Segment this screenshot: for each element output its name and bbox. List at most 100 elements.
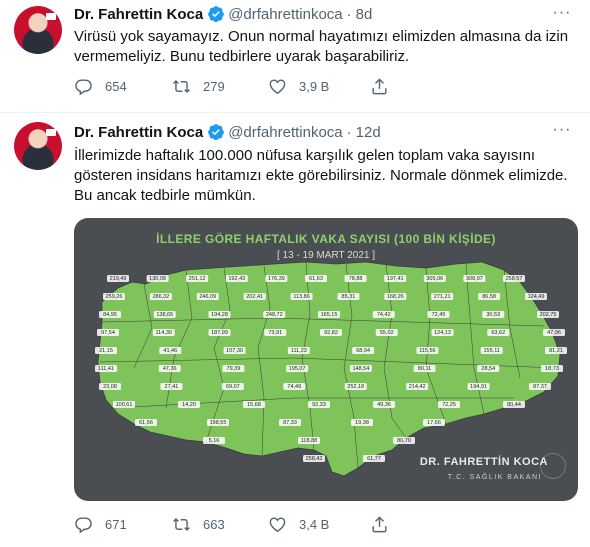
author-name[interactable]: Dr. Fahrettin Koca <box>74 6 203 23</box>
share-button[interactable] <box>370 77 400 96</box>
avatar[interactable] <box>14 6 62 54</box>
map-date-range: [ 13 - 19 MART 2021 ] <box>276 250 376 261</box>
province-value: 97,54 <box>101 330 115 336</box>
province-value: 15,68 <box>247 402 261 408</box>
province-value: 80,70 <box>397 438 411 444</box>
more-icon[interactable]: ··· <box>552 5 572 27</box>
verified-icon <box>208 6 225 23</box>
province-value: 14,20 <box>182 402 196 408</box>
author-handle[interactable]: @drfahrettinkoca <box>228 6 342 23</box>
retweet-count: 279 <box>203 79 225 94</box>
province-value: 107,30 <box>226 348 243 354</box>
province-value: 197,41 <box>387 276 404 282</box>
province-value: 192,43 <box>228 276 245 282</box>
province-value: 124,49 <box>528 294 545 300</box>
province-value: 80,44 <box>507 402 521 408</box>
map-signature: DR. FAHRETTİN KOCA <box>419 456 548 468</box>
tweet-header: Dr. Fahrettin Koca @drfahrettinkoca · 8d <box>74 5 372 23</box>
province-value: 23,08 <box>103 384 117 390</box>
province-value: 271,21 <box>434 294 451 300</box>
province-value: 69,07 <box>226 384 240 390</box>
reply-icon <box>75 517 92 534</box>
author-name[interactable]: Dr. Fahrettin Koca <box>74 124 203 141</box>
province-value: 118,88 <box>301 438 317 444</box>
province-value: 47,96 <box>547 330 561 336</box>
province-value: 148,54 <box>352 366 369 372</box>
province-value: 248,72 <box>266 312 283 318</box>
province-value: 308,97 <box>466 276 483 282</box>
tweet[interactable]: Dr. Fahrettin Koca @drfahrettinkoca · 8d… <box>0 0 590 113</box>
province-value: 113,86 <box>293 294 309 300</box>
province-value: 138,65 <box>156 312 173 318</box>
retweet-count: 663 <box>203 517 225 532</box>
province-value: 194,28 <box>211 312 228 318</box>
province-value: 187,99 <box>211 330 228 336</box>
province-value: 17,66 <box>427 420 441 426</box>
province-value: 28,54 <box>481 366 495 372</box>
tweet-image[interactable]: 219,49 130,08 251,12 192,43 176,39 61,63 78,88… <box>74 218 578 501</box>
like-count: 3,9 B <box>299 79 330 94</box>
province-value: 124,13 <box>434 330 451 336</box>
retweet-icon <box>173 517 190 532</box>
author-handle[interactable]: @drfahrettinkoca <box>228 124 342 141</box>
province-value: 74,42 <box>377 312 391 318</box>
province-value: 198,55 <box>210 420 227 426</box>
tweet-time[interactable]: 8d <box>356 6 373 23</box>
province-value: 87,33 <box>283 420 297 426</box>
province-value: 47,36 <box>163 366 177 372</box>
province-value: 72,45 <box>432 312 446 318</box>
province-value: 202,75 <box>540 312 557 318</box>
tweet-text: Virüsü yok sayamayız. Onun normal hayatı… <box>74 28 569 65</box>
province-value: 78,88 <box>349 276 363 282</box>
province-value: 72,25 <box>442 402 456 408</box>
province-value: 214,42 <box>409 384 426 390</box>
province-value: 61,56 <box>139 420 153 426</box>
reply-button[interactable]: 671 <box>74 515 172 534</box>
tweet[interactable]: Dr. Fahrettin Koca @drfahrettinkoca · 12… <box>0 113 590 547</box>
province-value: 61,77 <box>367 456 381 462</box>
province-value: 286,32 <box>152 294 169 300</box>
separator-dot: · <box>346 5 352 23</box>
share-button[interactable] <box>370 515 400 534</box>
province-value: 79,39 <box>227 366 241 372</box>
like-button[interactable]: 3,4 B <box>268 515 370 534</box>
province-value: 86,58 <box>482 294 496 300</box>
province-value: 155,11 <box>484 348 500 354</box>
province-value: 21,15 <box>99 348 113 354</box>
more-icon[interactable]: ··· <box>552 122 572 144</box>
province-value: 115,56 <box>419 348 435 354</box>
province-value: 259,26 <box>106 294 123 300</box>
province-value: 194,91 <box>470 384 487 390</box>
retweet-button[interactable]: 663 <box>172 515 268 534</box>
province-value: 87,37 <box>533 384 547 390</box>
province-value: 18,73 <box>545 366 559 372</box>
tweet-header: Dr. Fahrettin Koca @drfahrettinkoca · 12… <box>74 123 381 141</box>
province-value: 49,36 <box>377 402 391 408</box>
province-value: 195,07 <box>289 366 306 372</box>
like-button[interactable]: 3,9 B <box>268 77 370 96</box>
province-value: 30,53 <box>486 312 500 318</box>
province-value: 130,08 <box>149 276 166 282</box>
province-value: 258,42 <box>306 456 323 462</box>
province-value: 92,33 <box>312 402 326 408</box>
reply-button[interactable]: 654 <box>74 77 172 96</box>
separator-dot: · <box>346 123 352 141</box>
reply-icon <box>75 79 92 96</box>
retweet-button[interactable]: 279 <box>172 77 268 96</box>
map-signature-title: T.C. SAĞLIK BAKANI <box>447 474 542 481</box>
like-count: 3,4 B <box>299 517 330 532</box>
province-value: 100,61 <box>116 402 133 408</box>
tweet-text: İllerimizde haftalık 100.000 nüfusa karş… <box>74 147 568 204</box>
province-value: 246,09 <box>199 294 216 300</box>
like-icon <box>269 79 286 95</box>
share-icon <box>372 78 387 95</box>
province-value: 19,38 <box>355 420 369 426</box>
province-value: 111,41 <box>98 366 114 372</box>
tweet-time[interactable]: 12d <box>356 124 381 141</box>
province-value: 55,02 <box>380 330 394 336</box>
province-value: 111,23 <box>291 348 307 354</box>
province-value: 81,21 <box>549 348 563 354</box>
like-icon <box>269 517 286 533</box>
avatar[interactable] <box>14 122 62 170</box>
province-value: 168,26 <box>387 294 404 300</box>
